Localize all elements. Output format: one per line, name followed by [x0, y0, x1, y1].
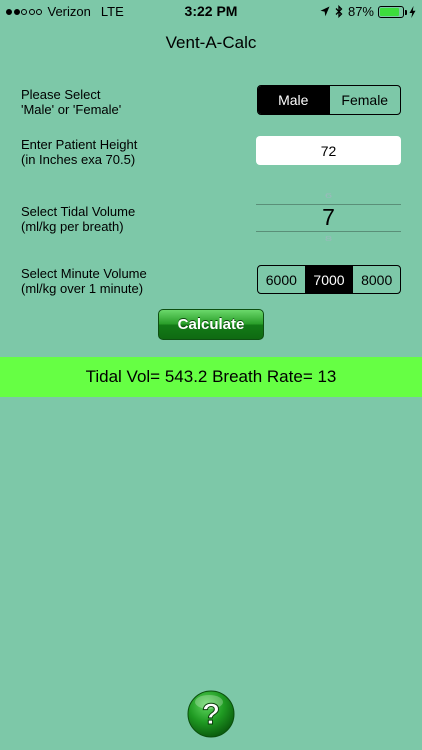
help-question-icon[interactable]: ?	[187, 690, 235, 738]
picker-next-value[interactable]: 8	[256, 234, 401, 242]
gender-label-line2: 'Male' or 'Female'	[21, 102, 122, 117]
height-label: Enter Patient Height (in Inches exa 70.5…	[21, 137, 137, 167]
result-text: Tidal Vol= 543.2 Breath Rate= 13	[85, 367, 337, 386]
app-screen: Verizon LTE 3:22 PM 87% Vent-A-Calc Plea…	[0, 0, 422, 750]
minute-volume-option-8000[interactable]: 8000	[352, 266, 400, 293]
gender-option-female[interactable]: Female	[328, 86, 401, 114]
minute-volume-segmented-control: 6000 7000 8000	[257, 265, 401, 294]
result-banner: Tidal Vol= 543.2 Breath Rate= 13	[0, 357, 422, 397]
gender-label: Please Select 'Male' or 'Female'	[21, 87, 121, 117]
tidal-volume-label: Select Tidal Volume (ml/kg per breath)	[21, 204, 135, 234]
location-arrow-icon	[320, 6, 330, 17]
gender-option-male[interactable]: Male	[258, 86, 329, 114]
minute-volume-label: Select Minute Volume (ml/kg over 1 minut…	[21, 266, 147, 296]
height-input[interactable]	[256, 136, 401, 165]
height-label-line2: (in Inches exa 70.5)	[21, 152, 136, 167]
minute-volume-option-7000[interactable]: 7000	[304, 266, 353, 293]
minute-volume-option-6000[interactable]: 6000	[258, 266, 305, 293]
calculate-button[interactable]: Calculate	[158, 309, 264, 340]
picker-selected-value[interactable]: 7	[256, 204, 401, 231]
picker-divider	[256, 231, 401, 232]
page-title: Vent-A-Calc	[165, 33, 257, 52]
tidal-volume-label-line1: Select Tidal Volume	[21, 204, 136, 219]
status-right: 87%	[320, 4, 416, 19]
battery-percent: 87%	[347, 4, 374, 19]
battery-icon	[378, 5, 407, 18]
tidal-volume-picker[interactable]: 6 7 8	[256, 188, 401, 246]
battery-nub	[405, 9, 407, 15]
tidal-volume-label-line2: (ml/kg per breath)	[21, 219, 124, 234]
status-bar: Verizon LTE 3:22 PM 87%	[0, 0, 422, 22]
gender-label-line1: Please Select	[21, 87, 101, 102]
gender-segmented-control: Male Female	[257, 85, 401, 115]
battery-fill	[380, 7, 400, 16]
height-label-line1: Enter Patient Height	[21, 137, 138, 152]
picker-prev-value[interactable]: 6	[256, 191, 401, 199]
charging-bolt-icon	[409, 5, 416, 18]
bluetooth-icon	[335, 5, 343, 18]
svg-text:?: ?	[202, 698, 220, 731]
minute-volume-label-line1: Select Minute Volume	[21, 266, 147, 281]
minute-volume-label-line2: (ml/kg over 1 minute)	[21, 281, 144, 296]
